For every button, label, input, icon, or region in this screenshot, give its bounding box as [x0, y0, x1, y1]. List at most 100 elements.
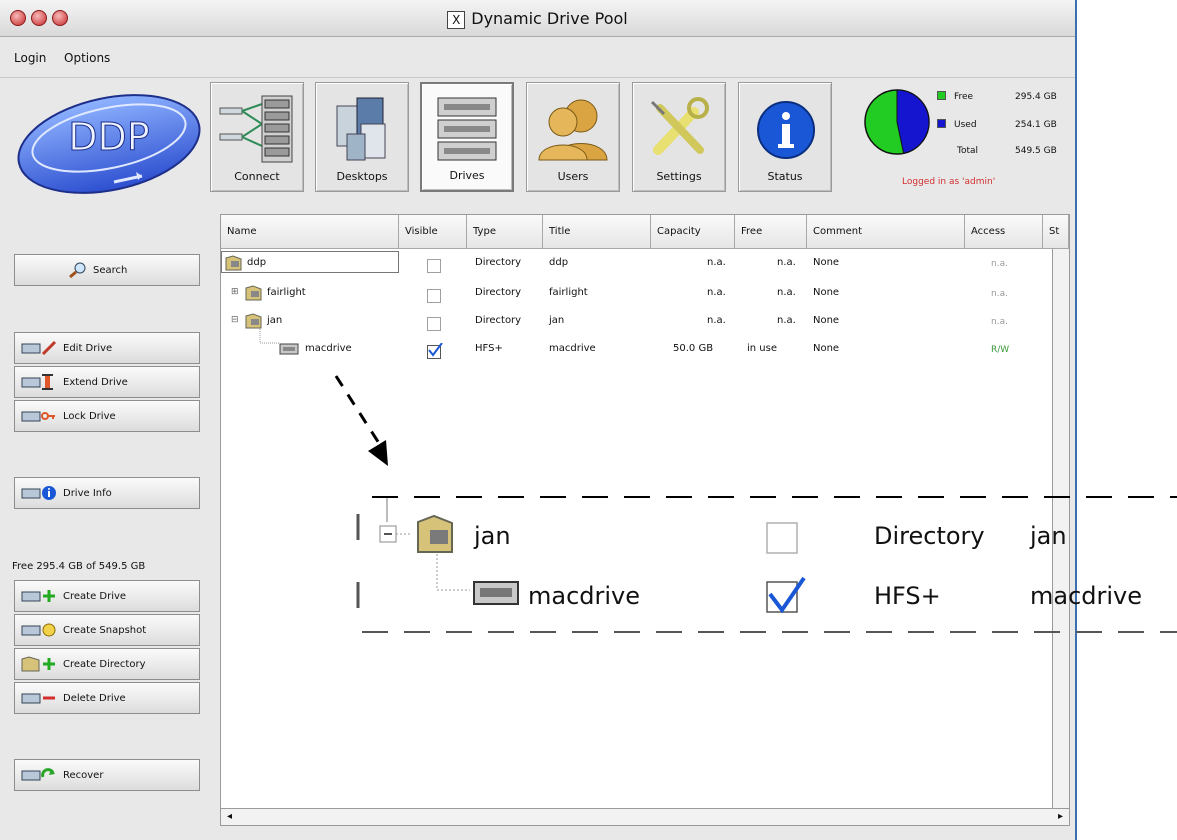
- users-icon: [538, 99, 608, 161]
- column-title[interactable]: Title: [543, 215, 651, 249]
- edit-drive-button[interactable]: Edit Drive: [14, 332, 200, 364]
- connect-label: Connect: [234, 170, 280, 183]
- info-icon: [757, 101, 815, 159]
- ddp-logo: DDP: [14, 86, 204, 196]
- visible-checkbox[interactable]: [427, 259, 441, 273]
- status-button[interactable]: Status: [738, 82, 832, 192]
- recover-label: Recover: [63, 769, 104, 781]
- free-label: Free: [954, 92, 974, 102]
- visible-checkbox[interactable]: [427, 317, 441, 331]
- login-status: Logged in as 'admin': [902, 177, 996, 187]
- menu-options[interactable]: Options: [64, 51, 110, 65]
- row-type: Directory: [475, 257, 522, 268]
- logo-text: DDP: [68, 115, 149, 159]
- window-title: X Dynamic Drive Pool: [0, 9, 1075, 29]
- row-capacity: n.a.: [707, 257, 726, 268]
- app-window: X Dynamic Drive Pool Login Options DDP C…: [0, 0, 1077, 840]
- edit-drive-icon: [21, 341, 57, 355]
- expand-toggle-icon[interactable]: ⊞: [231, 287, 239, 297]
- drive-info-icon: [21, 485, 57, 501]
- free-legend-swatch: [937, 91, 946, 100]
- column-free[interactable]: Free: [735, 215, 807, 249]
- desktops-button[interactable]: Desktops: [315, 82, 409, 192]
- lock-drive-label: Lock Drive: [63, 410, 116, 422]
- row-title: jan: [549, 315, 565, 326]
- recover-icon: [21, 767, 57, 783]
- settings-icon: [650, 97, 709, 155]
- edit-drive-label: Edit Drive: [63, 342, 113, 354]
- search-label: Search: [93, 264, 128, 276]
- column-type[interactable]: Type: [467, 215, 543, 249]
- create-drive-icon: [21, 588, 57, 604]
- row-access: R/W: [991, 345, 1010, 355]
- search-icon: [69, 262, 87, 278]
- delete-drive-label: Delete Drive: [63, 692, 126, 704]
- folder-icon: [245, 313, 262, 329]
- folder-icon: [245, 285, 262, 301]
- visible-checkbox[interactable]: [427, 289, 441, 303]
- desktops-label: Desktops: [336, 170, 388, 183]
- total-value: 549.5 GB: [1015, 146, 1057, 156]
- vertical-scrollbar[interactable]: [1052, 249, 1069, 809]
- row-type: HFS+: [475, 343, 503, 354]
- used-label: Used: [954, 120, 977, 130]
- row-title: macdrive: [549, 343, 596, 354]
- row-comment: None: [813, 257, 840, 268]
- lock-drive-icon: [21, 409, 57, 423]
- search-button[interactable]: Search: [14, 254, 200, 286]
- lock-drive-button[interactable]: Lock Drive: [14, 400, 200, 432]
- delete-drive-button[interactable]: Delete Drive: [14, 682, 200, 714]
- column-visible[interactable]: Visible: [399, 215, 467, 249]
- drive-info-button[interactable]: Drive Info: [14, 477, 200, 509]
- settings-label: Settings: [656, 170, 702, 183]
- connect-icon: [219, 95, 293, 163]
- create-directory-button[interactable]: Create Directory: [14, 648, 200, 680]
- column-name[interactable]: Name: [221, 215, 399, 249]
- row-access: n.a.: [991, 317, 1008, 327]
- visible-checkbox-checked[interactable]: [427, 343, 443, 359]
- users-button[interactable]: Users: [526, 82, 620, 192]
- row-capacity: n.a.: [707, 287, 726, 298]
- row-access: n.a.: [991, 289, 1008, 299]
- title-bar: X Dynamic Drive Pool: [0, 0, 1075, 37]
- column-access[interactable]: Access: [965, 215, 1043, 249]
- collapse-toggle-icon[interactable]: ⊟: [231, 315, 239, 325]
- column-comment[interactable]: Comment: [807, 215, 965, 249]
- row-name: fairlight: [267, 287, 306, 298]
- scroll-right-arrow-icon[interactable]: ▸: [1058, 811, 1063, 822]
- menu-login[interactable]: Login: [14, 51, 46, 65]
- row-type: Directory: [475, 315, 522, 326]
- desktops-icon: [336, 97, 386, 161]
- drives-table[interactable]: Name Visible Type Title Capacity Free Co…: [220, 214, 1070, 826]
- create-drive-button[interactable]: Create Drive: [14, 580, 200, 612]
- horizontal-scrollbar[interactable]: ◂ ▸: [221, 808, 1069, 825]
- used-legend-swatch: [937, 119, 946, 128]
- usage-pie-chart: [864, 89, 930, 155]
- row-free: in use: [747, 343, 777, 354]
- extend-drive-icon: [21, 373, 57, 391]
- row-comment: None: [813, 343, 840, 354]
- drives-label: Drives: [449, 169, 485, 182]
- create-directory-icon: [21, 655, 57, 673]
- row-name: macdrive: [305, 343, 352, 354]
- used-value: 254.1 GB: [1015, 120, 1057, 130]
- drives-icon: [437, 97, 497, 161]
- delete-drive-icon: [21, 690, 57, 706]
- x11-icon: X: [447, 11, 466, 29]
- column-status[interactable]: St: [1043, 215, 1069, 249]
- row-name: jan: [267, 315, 283, 326]
- drives-button[interactable]: Drives: [420, 82, 514, 192]
- recover-button[interactable]: Recover: [14, 759, 200, 791]
- extend-drive-label: Extend Drive: [63, 376, 128, 388]
- row-title: ddp: [549, 257, 569, 268]
- total-label: Total: [957, 146, 979, 156]
- row-capacity: 50.0 GB: [673, 343, 714, 354]
- connect-button[interactable]: Connect: [210, 82, 304, 192]
- extend-drive-button[interactable]: Extend Drive: [14, 366, 200, 398]
- column-capacity[interactable]: Capacity: [651, 215, 735, 249]
- row-comment: None: [813, 315, 840, 326]
- create-drive-label: Create Drive: [63, 590, 127, 602]
- settings-button[interactable]: Settings: [632, 82, 726, 192]
- create-snapshot-button[interactable]: Create Snapshot: [14, 614, 200, 646]
- scroll-left-arrow-icon[interactable]: ◂: [227, 811, 232, 822]
